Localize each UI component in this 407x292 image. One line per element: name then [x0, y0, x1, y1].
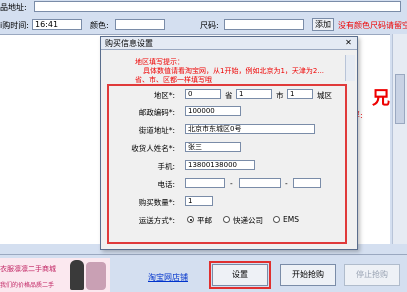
product-url-label: 品地址: [0, 3, 27, 12]
phone-separator-1: - [230, 179, 233, 188]
buy-time-label: i购时间: [0, 21, 29, 30]
phone-ext-input[interactable] [293, 178, 321, 188]
size-label: 尺码: [200, 21, 219, 30]
shipping-radio-ems[interactable] [273, 216, 280, 223]
buy-time-input[interactable]: 16:41 [32, 19, 82, 30]
close-icon[interactable]: ✕ [343, 38, 354, 48]
street-label: 街道地址*: [138, 126, 175, 135]
promo-subtitle: 我们的价格品质二手 [0, 282, 55, 289]
shipping-radio-express[interactable] [223, 216, 230, 223]
shipping-label: 运送方式*: [138, 216, 175, 225]
shipping-option-surface: 平邮 [197, 216, 212, 225]
phone-separator-2: - [285, 179, 288, 188]
scrollbar-thumb[interactable] [395, 74, 405, 124]
promo-banner[interactable]: 衣服凛凛二手商城 我们的价格品质二手 [0, 258, 110, 292]
color-input[interactable] [115, 19, 165, 30]
postcode-label: 邮政编码*: [138, 108, 175, 117]
promo-shop-name: 衣服凛凛二手商城 [0, 265, 56, 273]
quantity-label: 购买数量*: [138, 198, 175, 207]
promo-product-image [86, 262, 106, 290]
size-input[interactable] [224, 19, 304, 30]
city-label: 市 [276, 91, 284, 100]
start-buy-button[interactable]: 开始抢购 [280, 264, 336, 286]
mobile-input[interactable]: 13800138000 [185, 160, 255, 170]
add-button[interactable]: 添加 [312, 18, 334, 31]
product-url-input[interactable] [34, 1, 401, 12]
tip-scrollbar[interactable] [345, 55, 355, 81]
phone-number-input[interactable] [239, 178, 281, 188]
province-input[interactable]: 0 [185, 89, 221, 99]
receiver-label: 收货人姓名*: [131, 144, 175, 153]
province-label: 省 [225, 91, 233, 100]
district-label: 城区 [317, 91, 332, 100]
phone-label: 电话: [157, 180, 175, 189]
color-label: 颜色: [90, 21, 109, 30]
promo-model-image [70, 260, 84, 290]
city-input[interactable]: 1 [236, 89, 272, 99]
street-input[interactable]: 北京市东城区0号 [185, 124, 315, 134]
postcode-input[interactable]: 100000 [185, 106, 241, 116]
background-red-glyph: 兄 [372, 88, 390, 109]
address-form: 地区*: 0 省 1 市 1 城区 邮政编码*: 100000 街道地址*: 北… [107, 84, 347, 244]
mobile-label: 手机: [157, 162, 175, 171]
phone-area-input[interactable] [185, 178, 225, 188]
shipping-radio-surface[interactable] [187, 216, 194, 223]
settings-button[interactable]: 设置 [212, 264, 268, 286]
receiver-input[interactable]: 张三 [185, 142, 241, 152]
region-label: 地区*: [153, 91, 175, 100]
purchase-info-dialog: 购买信息设置 ✕ 地区填写提示： 具体数值请看淘宝网，从1开始，例如北京为1，天… [100, 36, 358, 250]
shipping-option-express: 快递公司 [233, 216, 263, 225]
color-size-warning: 没有颜色尺码请留空 [338, 21, 407, 30]
product-url-row: 品地址: [0, 0, 407, 14]
dialog-title-bar[interactable]: 购买信息设置 ✕ [101, 37, 357, 50]
main-vertical-scrollbar[interactable] [392, 34, 407, 244]
stop-buy-button[interactable]: 停止抢购 [344, 264, 400, 286]
district-input[interactable]: 1 [287, 89, 313, 99]
quantity-input[interactable]: 1 [185, 196, 213, 206]
shop-link[interactable]: 淘宝网店铺 [148, 272, 188, 283]
shipping-option-ems: EMS [283, 215, 299, 224]
dialog-title: 购买信息设置 [105, 39, 153, 48]
options-row: i购时间: 16:41 颜色: 尺码: 添加 没有颜色尺码请留空 [0, 18, 407, 32]
